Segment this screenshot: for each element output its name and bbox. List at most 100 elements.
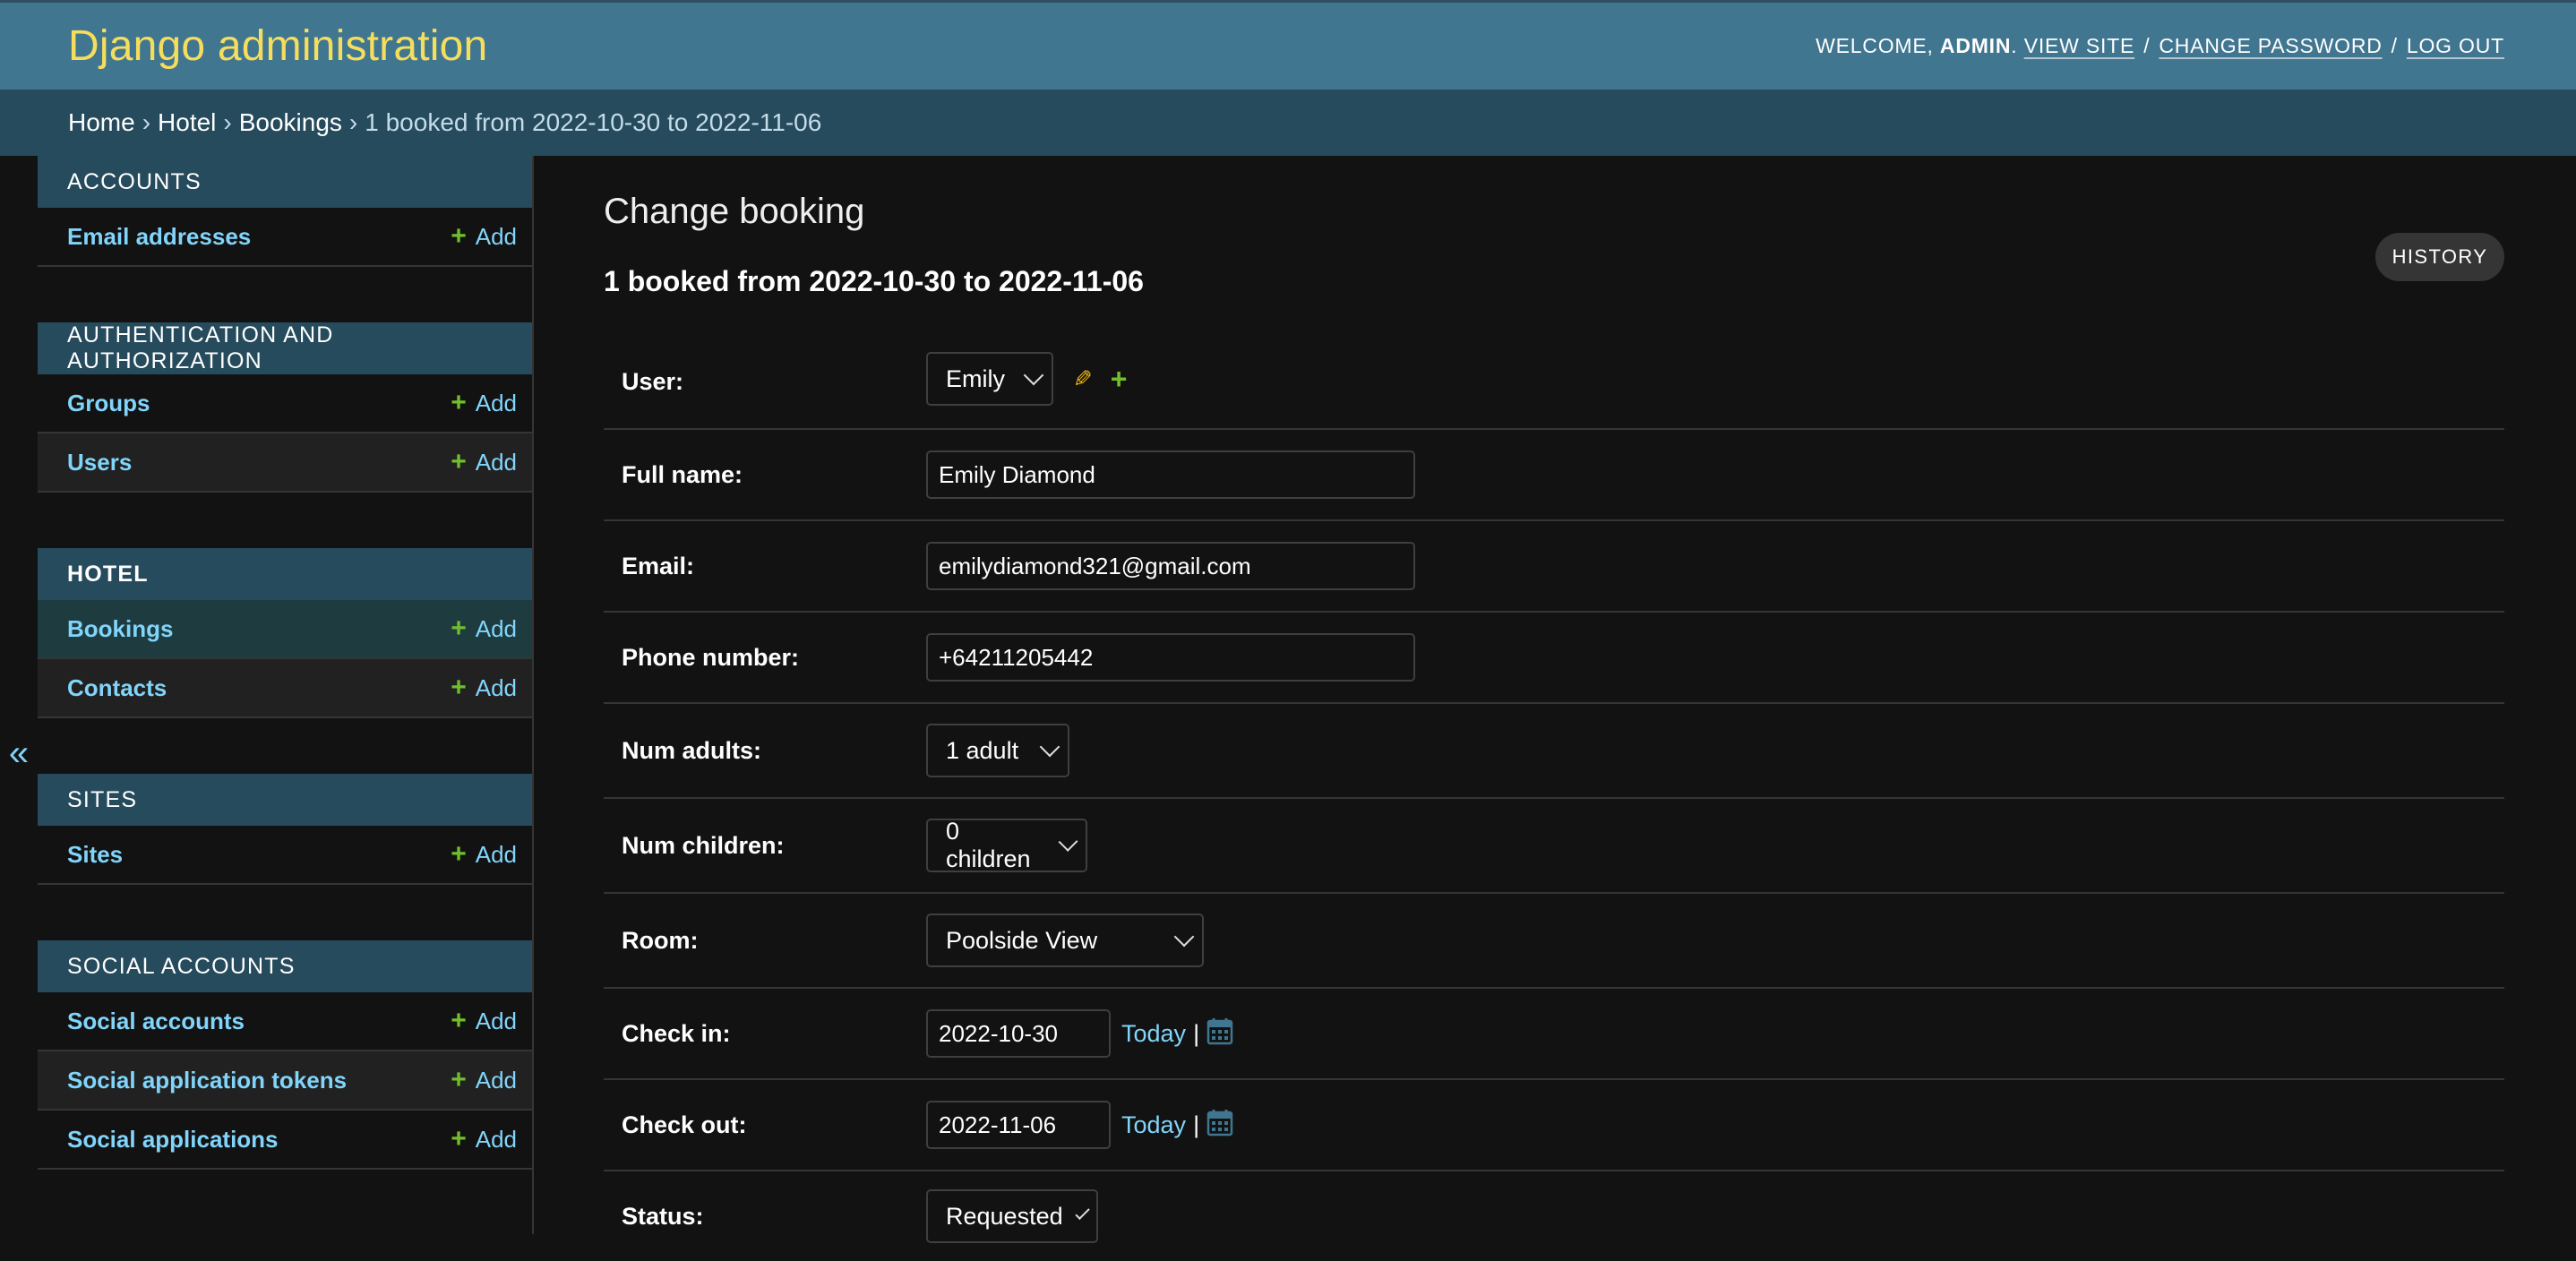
breadcrumb-separator: › [223,108,232,136]
username: ADMIN [1939,34,2012,57]
add-email-address-link[interactable]: + Add [451,223,517,251]
email-input[interactable]: emilydiamond321@gmail.com [926,542,1415,590]
sidebar-item-email-addresses: Email addresses + Add [38,208,532,267]
nav-sidebar: ACCOUNTS Email addresses + Add AUTHENTICA… [38,156,534,1234]
module-caption-social-accounts[interactable]: SOCIAL ACCOUNTS [38,940,532,992]
view-site-link[interactable]: VIEW SITE [2024,34,2135,58]
check-out-today-link[interactable]: Today [1121,1111,1186,1139]
room-select[interactable]: Poolside View [926,914,1204,967]
add-group-link[interactable]: + Add [451,390,517,417]
num-children-field: 0 children [926,818,1087,872]
breadcrumb-separator: › [142,108,151,136]
plus-icon: + [451,1006,467,1035]
sidebar-link-sites[interactable]: Sites [67,841,123,869]
related-widget-links: ✎ + [1073,365,1127,393]
module-auth: AUTHENTICATION AND AUTHORIZATION Groups … [38,322,532,493]
pencil-icon[interactable]: ✎ [1073,365,1093,393]
shortcut-separator: | [1193,1111,1200,1138]
num-adults-field: 1 adult [926,724,1069,777]
add-user-link[interactable]: + Add [451,449,517,476]
sidebar-item-social-accounts: Social accounts + Add [38,992,532,1051]
status-label: Status: [622,1202,704,1230]
sidebar-link-groups[interactable]: Groups [67,390,150,417]
check-out-field: 2022-11-06 Today | [926,1101,1233,1149]
num-adults-select[interactable]: 1 adult [926,724,1069,777]
form-row-status: Status: Requested [604,1171,2504,1261]
breadcrumb: Home › Hotel › Bookings › 1 booked from … [0,90,2576,156]
add-label: Add [475,673,517,701]
sidebar-link-social-application-tokens[interactable]: Social application tokens [67,1067,347,1094]
form-row-num-adults: Num adults: 1 adult [604,704,2504,799]
calendar-icon[interactable] [1206,1017,1233,1051]
module-sites: SITES Sites + Add [38,774,532,885]
check-in-shortcuts: Today | [1121,1017,1233,1051]
module-caption-hotel[interactable]: HOTEL [38,548,532,600]
user-select[interactable]: Emily [926,352,1053,406]
check-out-shortcuts: Today | [1121,1108,1233,1143]
add-social-application-link[interactable]: + Add [451,1126,517,1154]
breadcrumb-home[interactable]: Home [68,108,135,137]
add-booking-link[interactable]: + Add [451,615,517,643]
page-title: Change booking [604,192,865,231]
num-children-label: Num children: [622,831,785,859]
add-label: Add [475,222,517,250]
plus-icon: + [451,1065,467,1094]
sidebar-link-email-addresses[interactable]: Email addresses [67,223,251,251]
log-out-link[interactable]: LOG OUT [2407,34,2504,58]
breadcrumb-app[interactable]: Hotel [158,108,216,137]
form-row-check-in: Check in: 2022-10-30 Today | [604,989,2504,1080]
form-row-full-name: Full name: Emily Diamond [604,430,2504,521]
status-select-value: Requested [946,1202,1063,1230]
change-form: User: Emily ✎ + Full name: Emily Diamond… [604,335,2504,1261]
add-social-application-token-link[interactable]: + Add [451,1067,517,1094]
check-in-date-input[interactable]: 2022-10-30 [926,1009,1111,1058]
sidebar-link-users[interactable]: Users [67,449,132,476]
shortcut-separator: | [1193,1019,1200,1047]
breadcrumb-model[interactable]: Bookings [239,108,342,137]
calendar-icon[interactable] [1206,1108,1233,1143]
plus-icon: + [451,613,467,643]
sidebar-item-users: Users + Add [38,433,532,493]
sidebar-link-social-accounts[interactable]: Social accounts [67,1008,245,1035]
plus-icon: + [451,673,467,702]
history-button[interactable]: HISTORY [2375,233,2504,281]
check-in-field: 2022-10-30 Today | [926,1009,1233,1058]
num-adults-label: Num adults: [622,736,762,764]
site-branding[interactable]: Django administration [68,21,487,71]
plus-icon: + [451,839,467,869]
module-caption-auth[interactable]: AUTHENTICATION AND AUTHORIZATION [38,322,532,374]
site-header: Django administration WELCOME, ADMIN. VI… [0,0,2576,90]
plus-icon: + [451,1124,467,1154]
user-tools: WELCOME, ADMIN. VIEW SITE / CHANGE PASSW… [1816,34,2504,58]
add-related-plus-icon[interactable]: + [1111,365,1128,393]
sidebar-link-bookings[interactable]: Bookings [67,615,173,643]
sidebar-link-contacts[interactable]: Contacts [67,674,167,702]
add-site-link[interactable]: + Add [451,841,517,869]
separator: / [2143,34,2151,57]
check-out-date-input[interactable]: 2022-11-06 [926,1101,1111,1149]
form-row-email: Email: emilydiamond321@gmail.com [604,521,2504,613]
full-name-label: Full name: [622,460,743,488]
nav-sidebar-toggle[interactable]: « [0,156,38,1234]
room-select-value: Poolside View [946,926,1098,954]
num-children-select[interactable]: 0 children [926,818,1087,872]
check-in-today-link[interactable]: Today [1121,1020,1186,1048]
double-chevron-left-icon[interactable]: « [9,733,29,774]
form-row-check-out: Check out: 2022-11-06 Today | [604,1080,2504,1171]
plus-icon: + [451,447,467,476]
full-name-input[interactable]: Emily Diamond [926,450,1415,499]
phone-number-field: +64211205442 [926,633,1415,682]
object-title: 1 booked from 2022-10-30 to 2022-11-06 [604,265,1144,297]
add-label: Add [475,389,517,416]
sidebar-link-social-applications[interactable]: Social applications [67,1126,279,1154]
status-select[interactable]: Requested [926,1189,1098,1243]
phone-number-input[interactable]: +64211205442 [926,633,1415,682]
module-caption-accounts[interactable]: ACCOUNTS [38,156,532,208]
add-contact-link[interactable]: + Add [451,674,517,702]
change-password-link[interactable]: CHANGE PASSWORD [2159,34,2382,58]
add-label: Add [475,448,517,476]
separator: / [2391,34,2398,57]
module-caption-sites[interactable]: SITES [38,774,532,826]
form-row-phone: Phone number: +64211205442 [604,613,2504,704]
add-social-account-link[interactable]: + Add [451,1008,517,1035]
